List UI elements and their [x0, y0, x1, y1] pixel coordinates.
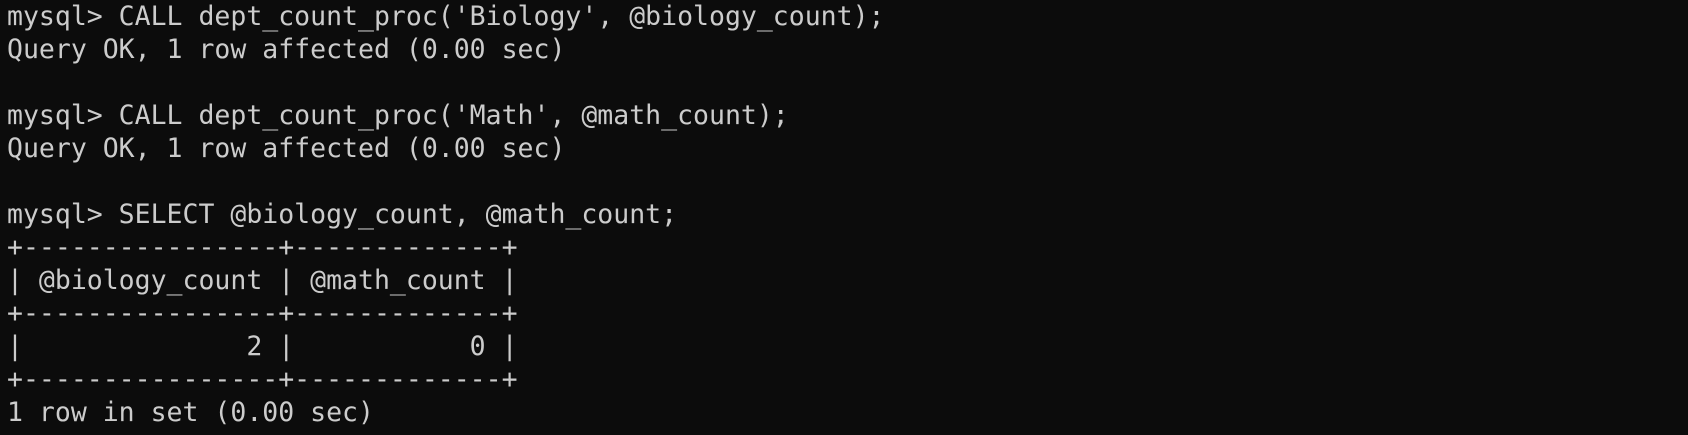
query-result-biology: Query OK, 1 row affected (0.00 sec) — [7, 34, 566, 65]
table-row: | 2 | 0 | — [7, 331, 518, 362]
terminal-window[interactable]: mysql> CALL dept_count_proc('Biology', @… — [0, 0, 1688, 435]
table-border-middle: +----------------+-------------+ — [7, 298, 518, 329]
command-call-biology: mysql> CALL dept_count_proc('Biology', @… — [7, 1, 885, 32]
command-call-math: mysql> CALL dept_count_proc('Math', @mat… — [7, 100, 789, 131]
query-result-math: Query OK, 1 row affected (0.00 sec) — [7, 133, 566, 164]
command-select: mysql> SELECT @biology_count, @math_coun… — [7, 199, 678, 230]
select-result-summary: 1 row in set (0.00 sec) — [7, 397, 374, 428]
table-border-top: +----------------+-------------+ — [7, 232, 518, 263]
table-border-bottom: +----------------+-------------+ — [7, 364, 518, 395]
table-header-row: | @biology_count | @math_count | — [7, 265, 518, 296]
